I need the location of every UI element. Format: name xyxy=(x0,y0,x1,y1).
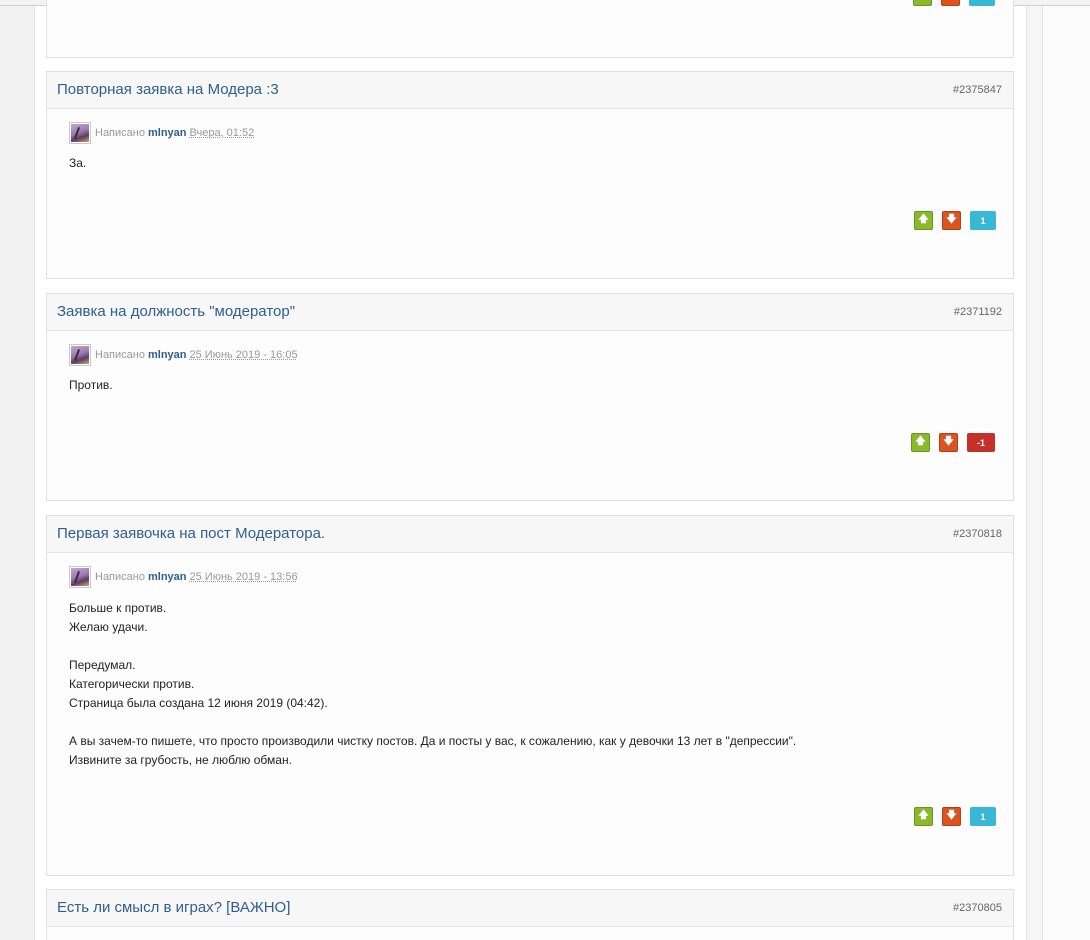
arrow-up-icon: 🡅 xyxy=(918,810,929,821)
avatar-image xyxy=(71,346,89,364)
avatar-image xyxy=(71,124,89,142)
avatar-image xyxy=(71,568,89,586)
post-line: Категорически против. xyxy=(69,677,195,691)
post-card-previous xyxy=(46,0,1014,58)
author-link[interactable]: mlnyan xyxy=(148,571,187,583)
arrow-up-icon: 🡅 xyxy=(918,214,929,225)
post-title-link[interactable]: Повторная заявка на Модера :3 xyxy=(57,81,279,98)
vote-up-button[interactable]: 🡅 xyxy=(914,211,933,230)
vote-down-button[interactable]: 🡇 xyxy=(942,211,961,230)
post-header: Заявка на должность "модератор" #2371192 xyxy=(47,294,1013,331)
arrow-down-icon: 🡇 xyxy=(946,810,957,821)
post-card: Первая заявочка на пост Модератора. #237… xyxy=(46,515,1014,876)
arrow-down-icon: 🡇 xyxy=(946,214,957,225)
vote-controls: 🡅 🡇 1 xyxy=(914,211,996,230)
vote-up-button[interactable]: 🡅 xyxy=(911,433,930,452)
post-number[interactable]: #2370818 xyxy=(953,528,1002,540)
reputation-badge: 1 xyxy=(970,807,996,826)
post-header: Есть ли смысл в играх? [ВАЖНО] #2370805 xyxy=(47,890,1013,927)
written-label: Написано xyxy=(95,571,145,583)
post-body: Больше к против. Желаю удачи. Передумал.… xyxy=(69,599,796,770)
left-gutter xyxy=(0,6,34,940)
post-number[interactable]: #2371192 xyxy=(954,306,1002,318)
post-card: Есть ли смысл в играх? [ВАЖНО] #2370805 xyxy=(46,889,1014,940)
post-line: Страница была создана 12 июня 2019 (04:4… xyxy=(69,696,328,710)
written-label: Написано xyxy=(95,127,145,139)
post-meta: Написано mlnyan 25 Июнь 2019 - 16:05 xyxy=(69,344,298,366)
post-line: Передумал. xyxy=(69,658,136,672)
post-title-link[interactable]: Первая заявочка на пост Модератора. xyxy=(57,525,325,542)
vote-controls xyxy=(913,0,995,6)
post-line xyxy=(69,637,796,656)
arrow-down-icon: 🡇 xyxy=(943,436,954,447)
post-title-link[interactable]: Заявка на должность "модератор" xyxy=(57,303,295,320)
vote-controls: 🡅 🡇 1 xyxy=(914,807,996,826)
author-link[interactable]: mlnyan xyxy=(148,127,187,139)
post-line: Больше к против. xyxy=(69,601,167,615)
vote-up-button[interactable] xyxy=(913,0,932,6)
vote-up-button[interactable]: 🡅 xyxy=(914,807,933,826)
post-line: А вы зачем-то пишете, что просто произво… xyxy=(69,734,797,748)
post-card: Заявка на должность "модератор" #2371192… xyxy=(46,293,1014,501)
arrow-up-icon: 🡅 xyxy=(915,436,926,447)
avatar[interactable] xyxy=(69,344,91,366)
post-line: Желаю удачи. xyxy=(69,620,148,634)
post-body: Против. xyxy=(69,376,113,395)
post-line: Против. xyxy=(69,378,113,392)
post-body: За. xyxy=(69,154,86,173)
post-title-link[interactable]: Есть ли смысл в играх? [ВАЖНО] xyxy=(57,899,290,916)
vote-controls: 🡅 🡇 -1 xyxy=(911,433,995,452)
vote-down-button[interactable]: 🡇 xyxy=(942,807,961,826)
post-header: Повторная заявка на Модера :3 #2375847 xyxy=(47,72,1013,109)
avatar[interactable] xyxy=(69,122,91,144)
post-date: 25 Июнь 2019 - 13:56 xyxy=(189,571,298,583)
post-date: Вчера, 01:52 xyxy=(189,127,255,139)
reputation-badge: 1 xyxy=(970,211,996,230)
right-sidebar xyxy=(1030,6,1090,940)
vote-down-button[interactable] xyxy=(941,0,960,6)
sidebar-strip xyxy=(1042,6,1090,940)
post-line xyxy=(69,713,796,732)
post-meta: Написано mlnyan 25 Июнь 2019 - 13:56 xyxy=(69,566,298,588)
avatar[interactable] xyxy=(69,566,91,588)
reputation-badge: -1 xyxy=(967,433,995,452)
post-date: 25 Июнь 2019 - 16:05 xyxy=(189,349,298,361)
written-label: Написано xyxy=(95,349,145,361)
vote-down-button[interactable]: 🡇 xyxy=(939,433,958,452)
author-link[interactable]: mlnyan xyxy=(148,349,187,361)
post-line: Извините за грубость, не люблю обман. xyxy=(69,753,292,767)
post-line: За. xyxy=(69,156,87,170)
post-meta: Написано mlnyan Вчера, 01:52 xyxy=(69,122,254,144)
post-header: Первая заявочка на пост Модератора. #237… xyxy=(47,516,1013,553)
post-number[interactable]: #2375847 xyxy=(953,84,1002,96)
reputation-badge xyxy=(969,0,995,6)
post-number[interactable]: #2370805 xyxy=(953,902,1002,914)
post-card: Повторная заявка на Модера :3 #2375847 Н… xyxy=(46,71,1014,279)
